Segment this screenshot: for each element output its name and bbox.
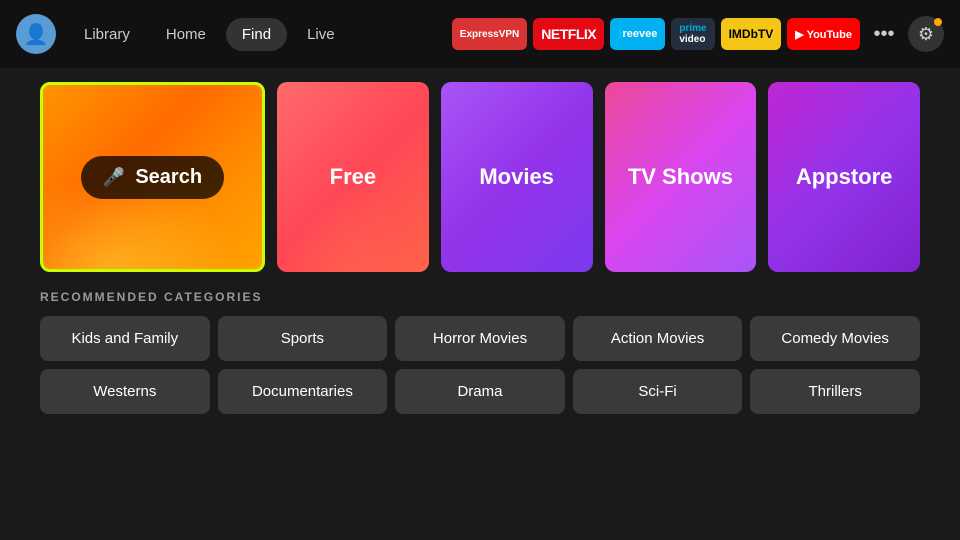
cat-thrillers[interactable]: Thrillers — [750, 369, 920, 414]
nav-home[interactable]: Home — [150, 18, 222, 51]
categories-grid: Kids and Family Sports Horror Movies Act… — [40, 316, 920, 414]
search-pill[interactable]: 🎤 Search — [81, 156, 224, 199]
categories-row-2: Westerns Documentaries Drama Sci-Fi Thri… — [40, 369, 920, 414]
cat-drama[interactable]: Drama — [395, 369, 565, 414]
tile-free-label: Free — [330, 164, 376, 190]
cat-scifi[interactable]: Sci-Fi — [573, 369, 743, 414]
nav-apps: ExpressVPN NETFLIX f reevee primevideo I… — [452, 16, 944, 52]
tile-appstore[interactable]: Appstore — [768, 82, 920, 272]
categories-row-1: Kids and Family Sports Horror Movies Act… — [40, 316, 920, 361]
app-netflix[interactable]: NETFLIX — [533, 18, 604, 50]
cat-horror-movies[interactable]: Horror Movies — [395, 316, 565, 361]
nav-links: Library Home Find Live — [68, 18, 351, 51]
app-youtube[interactable]: ▶ YouTube — [787, 18, 860, 50]
cat-sports[interactable]: Sports — [218, 316, 388, 361]
nav-find[interactable]: Find — [226, 18, 287, 51]
search-label: Search — [135, 166, 202, 189]
tile-search[interactable]: 🎤 Search — [40, 82, 265, 272]
avatar-icon: 👤 — [24, 22, 49, 47]
cat-westerns[interactable]: Westerns — [40, 369, 210, 414]
tile-tvshows[interactable]: TV Shows — [605, 82, 757, 272]
cat-documentaries[interactable]: Documentaries — [218, 369, 388, 414]
section-title: RECOMMENDED CATEGORIES — [40, 290, 920, 304]
avatar[interactable]: 👤 — [16, 14, 56, 54]
settings-icon: ⚙ — [918, 24, 934, 45]
settings-button[interactable]: ⚙ — [908, 16, 944, 52]
tiles-row: 🎤 Search Free Movies TV Shows Appstore — [40, 82, 920, 272]
main-content: 🎤 Search Free Movies TV Shows Appstore R… — [0, 68, 960, 428]
tile-tvshows-label: TV Shows — [628, 164, 733, 190]
nav-live[interactable]: Live — [291, 18, 351, 51]
app-imdb[interactable]: IMDbTV — [721, 18, 782, 50]
tile-free[interactable]: Free — [277, 82, 429, 272]
tile-movies[interactable]: Movies — [441, 82, 593, 272]
settings-notification-dot — [934, 18, 942, 26]
app-prime[interactable]: primevideo — [671, 18, 714, 50]
nav-library[interactable]: Library — [68, 18, 146, 51]
app-expressvpn[interactable]: ExpressVPN — [452, 18, 527, 50]
microphone-icon: 🎤 — [103, 167, 125, 188]
tile-appstore-label: Appstore — [796, 164, 893, 190]
top-nav: 👤 Library Home Find Live ExpressVPN NETF… — [0, 0, 960, 68]
recommended-section: RECOMMENDED CATEGORIES Kids and Family S… — [40, 290, 920, 414]
more-button[interactable]: ••• — [866, 16, 902, 52]
tile-movies-label: Movies — [479, 164, 554, 190]
cat-kids-family[interactable]: Kids and Family — [40, 316, 210, 361]
cat-action-movies[interactable]: Action Movies — [573, 316, 743, 361]
cat-comedy-movies[interactable]: Comedy Movies — [750, 316, 920, 361]
app-freevee[interactable]: f reevee — [610, 18, 665, 50]
